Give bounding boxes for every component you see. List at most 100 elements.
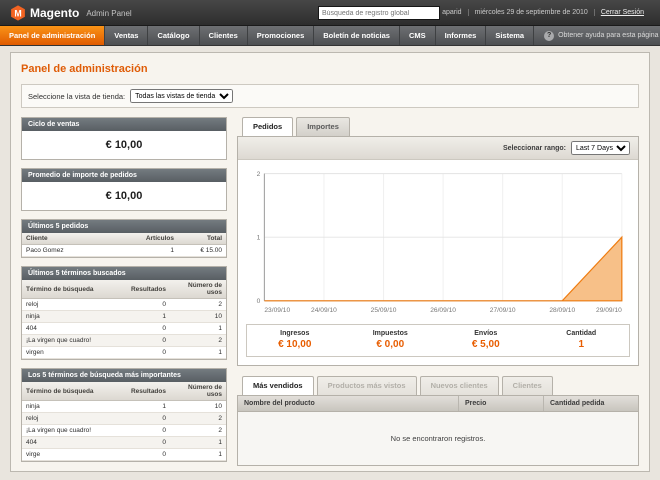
total-value: 1 <box>534 339 630 350</box>
table-cell: 10 <box>170 401 226 413</box>
tab-pedidos[interactable]: Pedidos <box>242 117 293 137</box>
svg-text:2: 2 <box>257 171 261 178</box>
main-nav-items: Panel de administraciónVentasCatálogoCli… <box>0 26 534 45</box>
sales-cycle-value: € 10,00 <box>22 131 226 159</box>
table-row: virgen01 <box>22 347 226 359</box>
tab-importes[interactable]: Importes <box>296 117 350 137</box>
table-cell: virgen <box>22 347 127 359</box>
logout-link[interactable]: Cerrar Sesión <box>594 9 650 16</box>
table-row: 40401 <box>22 323 226 335</box>
table-cell: Paco Gomez <box>22 245 136 257</box>
table-cell: 2 <box>170 335 226 347</box>
card-title: Promedio de importe de pedidos <box>22 169 226 182</box>
table-cell: ¡La virgen que cuadro! <box>22 425 127 437</box>
top-search-terms-card: Los 5 términos de búsqueda más important… <box>21 368 227 462</box>
store-view-bar: Seleccione la vista de tienda: Todas las… <box>21 84 639 108</box>
nav-item-catalogo[interactable]: Catálogo <box>148 26 199 45</box>
total-label: Ingresos <box>247 330 343 337</box>
table-cell: 1 <box>170 323 226 335</box>
nav-item-panel-de-administracion[interactable]: Panel de administración <box>0 26 105 45</box>
total-label: Envíos <box>438 330 534 337</box>
nav-item-cms[interactable]: CMS <box>400 26 436 45</box>
table-row: ¡La virgen que cuadro!02 <box>22 335 226 347</box>
logo-subtext: Admin Panel <box>86 9 131 18</box>
range-label: Seleccionar rango: <box>503 145 566 152</box>
tab-productos-mas-vistos: Productos más vistos <box>317 376 417 396</box>
store-view-select[interactable]: Todas las vistas de tienda <box>130 89 233 103</box>
table-cell: 10 <box>170 311 226 323</box>
table-cell: 1 <box>136 245 178 257</box>
tab-mas-vendidos[interactable]: Más vendidos <box>242 376 314 396</box>
column-header: Número de usos <box>170 280 226 299</box>
svg-text:24/09/10: 24/09/10 <box>311 307 337 314</box>
table-cell: 1 <box>170 347 226 359</box>
store-view-label: Seleccione la vista de tienda: <box>28 92 125 101</box>
table-cell: 0 <box>127 413 170 425</box>
svg-text:1: 1 <box>257 235 261 242</box>
svg-text:0: 0 <box>257 298 261 305</box>
grid-empty-message: No se encontraron registros. <box>238 412 638 465</box>
app-header: M Magento Admin Panel Accedió como apari… <box>0 0 660 26</box>
table-cell: 0 <box>127 437 170 449</box>
help-icon: ? <box>544 31 554 41</box>
total-cantidad: Cantidad1 <box>534 325 630 356</box>
tab-clientes: Clientes <box>502 376 553 396</box>
table-cell: ¡La virgen que cuadro! <box>22 335 127 347</box>
table-cell: 0 <box>127 425 170 437</box>
table-row: reloj02 <box>22 299 226 311</box>
card-title: Últimos 5 pedidos <box>22 220 226 233</box>
total-label: Impuestos <box>343 330 439 337</box>
table-row: virge01 <box>22 449 226 461</box>
svg-text:25/09/10: 25/09/10 <box>371 307 397 314</box>
column-header: Número de usos <box>170 382 226 401</box>
table-cell: 0 <box>127 323 170 335</box>
last-orders-table: ClienteArtículosTotalPaco Gomez1€ 15.00 <box>22 233 226 257</box>
table-row: ninja110 <box>22 311 226 323</box>
nav-item-informes[interactable]: Informes <box>436 26 487 45</box>
grid-column-header: Precio <box>458 396 543 411</box>
avg-order-value: € 10,00 <box>22 182 226 210</box>
sales-cycle-card: Ciclo de ventas € 10,00 <box>21 117 227 160</box>
top-search-terms-table: Término de búsquedaResultadosNúmero de u… <box>22 382 226 461</box>
last-orders-card: Últimos 5 pedidos ClienteArtículosTotalP… <box>21 219 227 258</box>
table-cell: ninja <box>22 401 127 413</box>
page-content: Panel de administración Seleccione la vi… <box>10 52 650 472</box>
total-impuestos: Impuestos€ 0,00 <box>343 325 439 356</box>
global-search <box>318 6 440 20</box>
dashboard-right-column: PedidosImportes Seleccionar rango: Last … <box>237 117 639 466</box>
table-cell: virge <box>22 449 127 461</box>
svg-text:26/09/10: 26/09/10 <box>430 307 456 314</box>
grid-header: Nombre del productoPrecioCantidad pedida <box>238 396 638 412</box>
table-cell: ninja <box>22 311 127 323</box>
help-link[interactable]: ? Obtener ayuda para esta página <box>534 26 660 45</box>
svg-text:29/09/10: 29/09/10 <box>596 307 622 314</box>
avg-order-card: Promedio de importe de pedidos € 10,00 <box>21 168 227 211</box>
last-search-terms-table: Término de búsquedaResultadosNúmero de u… <box>22 280 226 359</box>
nav-item-clientes[interactable]: Clientes <box>200 26 248 45</box>
column-header: Resultados <box>127 382 170 401</box>
table-cell: 1 <box>170 449 226 461</box>
nav-item-promociones[interactable]: Promociones <box>248 26 315 45</box>
table-cell: 0 <box>127 335 170 347</box>
products-grid: Nombre del productoPrecioCantidad pedida… <box>237 395 639 466</box>
current-date: miércoles 29 de septiembre de 2010 <box>468 9 594 16</box>
range-select[interactable]: Last 7 Days <box>571 141 630 155</box>
table-cell: 0 <box>127 299 170 311</box>
table-cell: reloj <box>22 299 127 311</box>
main-nav: Panel de administraciónVentasCatálogoCli… <box>0 26 660 46</box>
table-cell: 0 <box>127 449 170 461</box>
table-cell: 0 <box>127 347 170 359</box>
svg-text:28/09/10: 28/09/10 <box>549 307 575 314</box>
table-cell: 404 <box>22 437 127 449</box>
table-cell: 1 <box>170 437 226 449</box>
range-bar: Seleccionar rango: Last 7 Days <box>238 137 638 160</box>
page-title: Panel de administración <box>21 63 639 75</box>
table-cell: 2 <box>170 425 226 437</box>
nav-item-boletin-de-noticias[interactable]: Boletín de noticias <box>314 26 400 45</box>
svg-text:27/09/10: 27/09/10 <box>490 307 516 314</box>
nav-item-sistema[interactable]: Sistema <box>486 26 534 45</box>
nav-item-ventas[interactable]: Ventas <box>105 26 148 45</box>
table-cell: 1 <box>127 401 170 413</box>
global-search-input[interactable] <box>318 6 440 20</box>
card-title: Los 5 términos de búsqueda más important… <box>22 369 226 382</box>
